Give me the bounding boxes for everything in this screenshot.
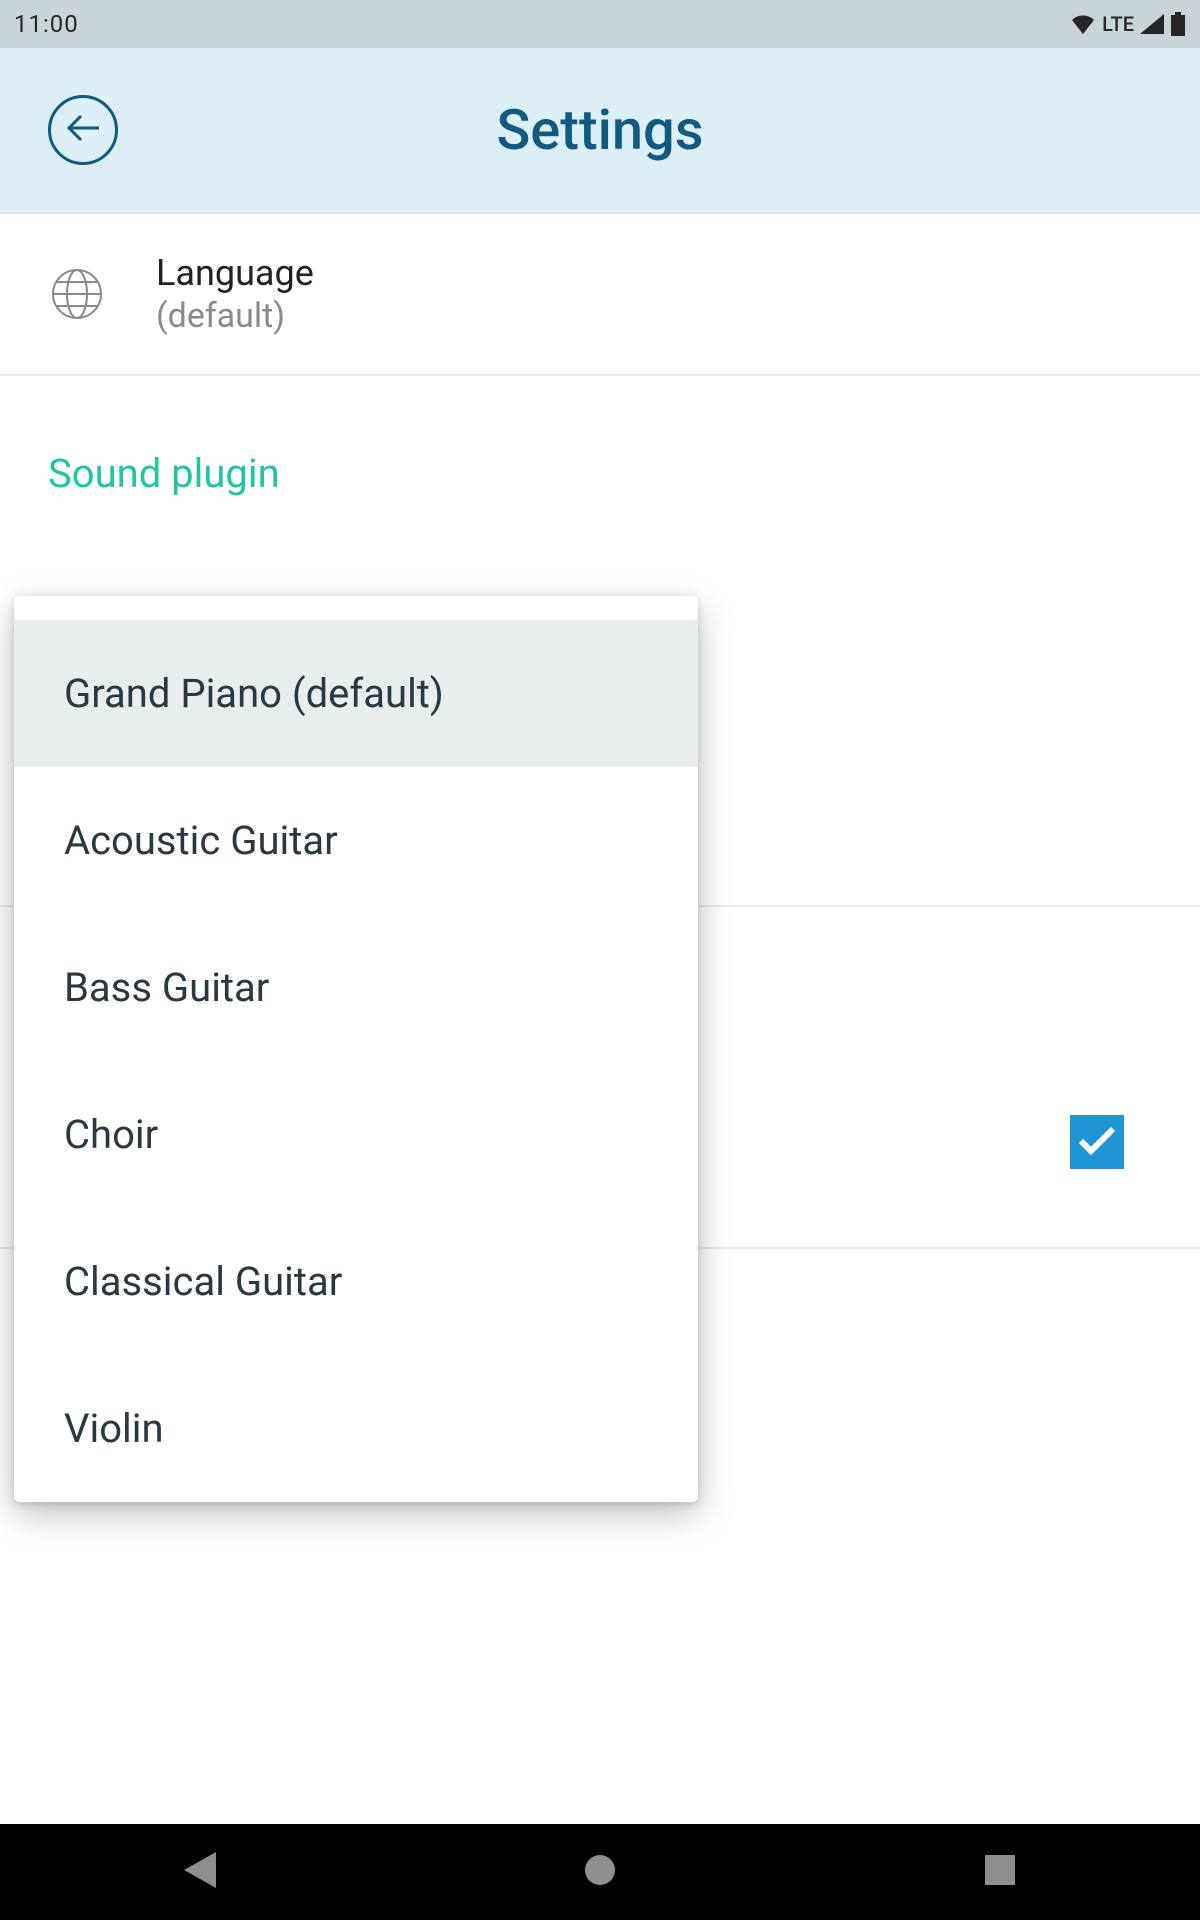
circle-home-icon bbox=[583, 1853, 617, 1891]
section-sound-plugin: Sound plugin bbox=[0, 376, 1200, 525]
square-recent-icon bbox=[985, 1855, 1015, 1889]
globe-icon bbox=[48, 267, 106, 321]
wifi-icon bbox=[1070, 14, 1096, 34]
back-button[interactable] bbox=[48, 95, 118, 165]
battery-icon bbox=[1170, 12, 1186, 36]
checkbox-enabled[interactable] bbox=[1070, 1115, 1124, 1169]
nav-back-button[interactable] bbox=[176, 1848, 224, 1896]
arrow-left-icon bbox=[65, 114, 101, 146]
triangle-back-icon bbox=[184, 1852, 216, 1892]
page-title: Settings bbox=[0, 97, 1200, 163]
dropdown-option-classical-guitar[interactable]: Classical Guitar bbox=[14, 1208, 698, 1355]
status-indicators: LTE bbox=[1070, 12, 1186, 36]
dropdown-option-violin[interactable]: Violin bbox=[14, 1355, 698, 1502]
system-nav-bar bbox=[0, 1824, 1200, 1920]
dropdown-option-bass-guitar[interactable]: Bass Guitar bbox=[14, 914, 698, 1061]
nav-home-button[interactable] bbox=[576, 1848, 624, 1896]
signal-icon bbox=[1140, 14, 1164, 34]
language-value: (default) bbox=[156, 296, 1152, 336]
status-bar: 11:00 LTE bbox=[0, 0, 1200, 48]
language-title: Language bbox=[156, 252, 1152, 294]
dropdown-option-grand-piano[interactable]: Grand Piano (default) bbox=[14, 620, 698, 767]
dropdown-option-choir[interactable]: Choir bbox=[14, 1061, 698, 1208]
network-label: LTE bbox=[1102, 12, 1134, 36]
status-time: 11:00 bbox=[14, 10, 79, 38]
dropdown-option-acoustic-guitar[interactable]: Acoustic Guitar bbox=[14, 767, 698, 914]
check-icon bbox=[1077, 1123, 1117, 1161]
language-row[interactable]: Language (default) bbox=[0, 214, 1200, 374]
nav-recent-button[interactable] bbox=[976, 1848, 1024, 1896]
app-bar: Settings bbox=[0, 48, 1200, 214]
sound-plugin-dropdown[interactable]: Grand Piano (default) Acoustic Guitar Ba… bbox=[14, 596, 698, 1502]
